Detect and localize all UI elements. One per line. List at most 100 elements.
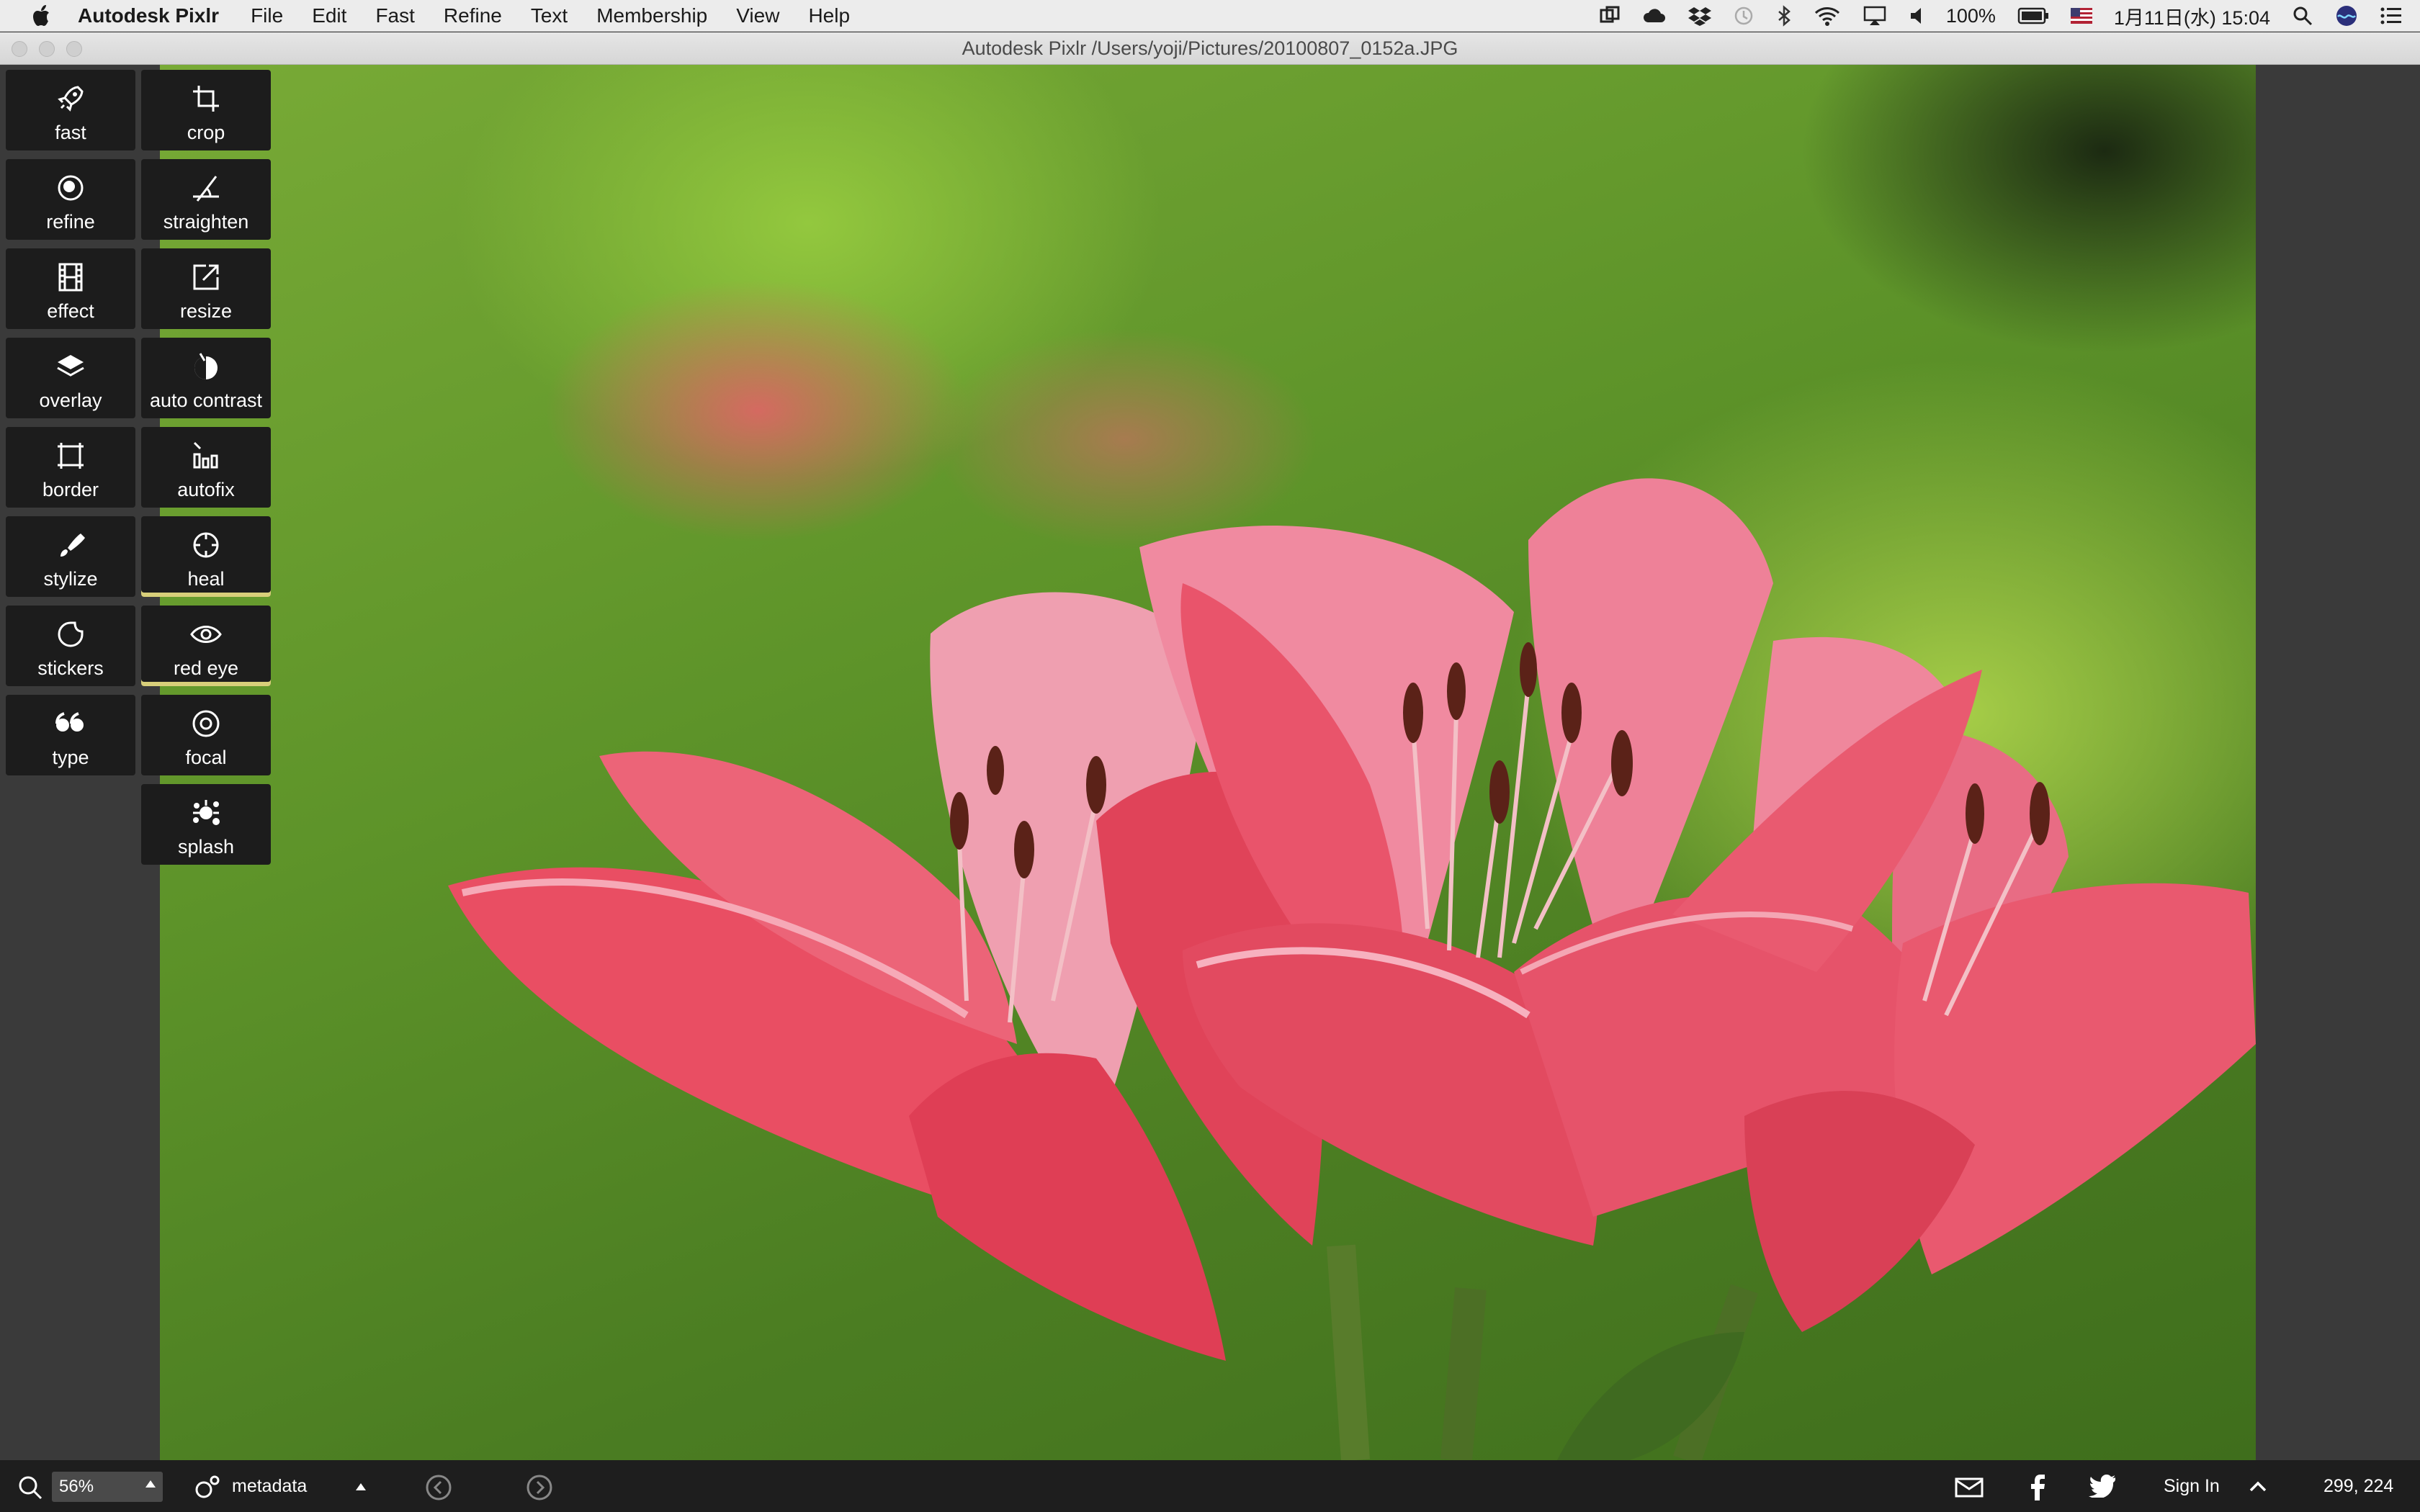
tool-autofix[interactable]: autofix: [141, 427, 271, 508]
menu-app-name[interactable]: Autodesk Pixlr: [78, 4, 219, 27]
menu-edit[interactable]: Edit: [312, 4, 346, 27]
previous-image-icon[interactable]: [425, 1474, 452, 1501]
zoom-search-icon[interactable]: [17, 1475, 43, 1500]
cursor-coordinates: 299, 224: [2323, 1476, 2394, 1496]
window-title-bar: Autodesk Pixlr /Users/yoji/Pictures/2010…: [0, 32, 2420, 65]
tool-label: splash: [177, 836, 235, 858]
tool-heal[interactable]: heal: [141, 516, 271, 597]
time-machine-icon[interactable]: [1733, 5, 1754, 27]
tool-fast[interactable]: fast: [6, 70, 135, 150]
siri-icon[interactable]: [2335, 4, 2358, 27]
lily-photo: [448, 478, 2256, 1460]
cloud-icon[interactable]: [1642, 5, 1667, 27]
bottom-bar: 56% metadata Sign In 299, 224: [0, 1460, 2420, 1512]
apple-icon[interactable]: [27, 1, 56, 30]
us-flag-icon[interactable]: [2070, 8, 2092, 24]
rocket-icon: [52, 80, 89, 117]
tool-effect[interactable]: effect: [6, 248, 135, 329]
minimize-window-button[interactable]: [39, 41, 55, 57]
quote-icon: [52, 705, 89, 742]
resize-icon: [187, 258, 225, 296]
tool-overlay[interactable]: overlay: [6, 338, 135, 418]
tool-label: straighten: [163, 211, 249, 233]
tool-refine[interactable]: refine: [6, 159, 135, 240]
straighten-icon: [187, 169, 225, 207]
tool-label: focal: [185, 747, 227, 768]
tool-red-eye[interactable]: red eye: [141, 606, 271, 686]
refine-icon: [52, 169, 89, 207]
metadata-label[interactable]: metadata: [232, 1476, 307, 1497]
menu-membership[interactable]: Membership: [596, 4, 707, 27]
metadata-arrow-up-icon[interactable]: [356, 1483, 366, 1490]
focal-icon: [187, 705, 225, 742]
film-icon: [52, 258, 89, 296]
menu-refine[interactable]: Refine: [444, 4, 502, 27]
menu-file[interactable]: File: [251, 4, 283, 27]
tool-label: border: [42, 479, 99, 500]
sign-in-link[interactable]: Sign In: [2164, 1476, 2220, 1497]
tool-border[interactable]: border: [6, 427, 135, 508]
notification-center-icon[interactable]: [2380, 6, 2403, 26]
border-icon: [52, 437, 89, 474]
twitter-icon[interactable]: [2089, 1475, 2116, 1498]
tool-straighten[interactable]: straighten: [141, 159, 271, 240]
window-title: Autodesk Pixlr /Users/yoji/Pictures/2010…: [962, 37, 1458, 59]
tool-label: effect: [47, 300, 94, 322]
zoom-dropdown[interactable]: 56%: [52, 1472, 163, 1502]
airplay-icon[interactable]: [1863, 5, 1887, 27]
tool-label: crop: [187, 122, 225, 143]
tool-label: autofix: [177, 479, 235, 500]
clock[interactable]: 1月11日(水) 15:04: [2114, 2, 2270, 30]
battery-percent: 100%: [1945, 4, 1996, 27]
heal-icon: [187, 526, 225, 564]
photo-canvas[interactable]: [160, 65, 2256, 1460]
mail-icon[interactable]: [1955, 1477, 1984, 1498]
dropbox-icon[interactable]: [1688, 5, 1711, 27]
tool-stylize[interactable]: stylize: [6, 516, 135, 597]
tool-type[interactable]: type: [6, 695, 135, 775]
metadata-icon[interactable]: [193, 1475, 222, 1500]
battery-icon[interactable]: [2017, 6, 2049, 25]
menu-text[interactable]: Text: [531, 4, 568, 27]
tool-label: stylize: [43, 568, 98, 590]
tool-label: red eye: [173, 657, 239, 679]
sticker-icon: [52, 616, 89, 653]
tool-label: fast: [55, 122, 86, 143]
tool-stickers[interactable]: stickers: [6, 606, 135, 686]
eye-icon: [187, 616, 225, 653]
crop-icon: [187, 80, 225, 117]
tool-label: overlay: [39, 390, 102, 411]
menu-help[interactable]: Help: [808, 4, 850, 27]
chevron-up-icon[interactable]: [2249, 1477, 2267, 1495]
zoom-arrow-up-icon: [145, 1480, 156, 1488]
splash-icon: [187, 794, 225, 832]
tool-resize[interactable]: resize: [141, 248, 271, 329]
tool-crop[interactable]: crop: [141, 70, 271, 150]
facebook-icon[interactable]: [2028, 1473, 2045, 1500]
tool-label: stickers: [37, 657, 104, 679]
workspace: fast refine effect overlay border styliz…: [0, 65, 2420, 1460]
spotlight-search-icon[interactable]: [2292, 5, 2313, 27]
wifi-icon[interactable]: [1814, 5, 1841, 27]
next-image-icon[interactable]: [526, 1474, 553, 1501]
tool-label: refine: [46, 211, 95, 233]
tool-label: heal: [187, 568, 225, 590]
close-window-button[interactable]: [12, 41, 27, 57]
menu-bar: Autodesk Pixlr File Edit Fast Refine Tex…: [0, 0, 2420, 32]
tool-label: resize: [179, 300, 233, 322]
autofix-icon: [187, 437, 225, 474]
zoom-window-button[interactable]: [66, 41, 82, 57]
bluetooth-icon[interactable]: [1776, 5, 1792, 27]
status-area: 100% 1月11日(水) 15:04: [1599, 0, 2403, 32]
tool-label: auto contrast: [149, 390, 263, 411]
tool-splash[interactable]: splash: [141, 784, 271, 865]
screenshot-icon[interactable]: [1599, 5, 1621, 27]
contrast-icon: [187, 348, 225, 385]
menu-view[interactable]: View: [736, 4, 779, 27]
tool-focal[interactable]: focal: [141, 695, 271, 775]
menu-fast[interactable]: Fast: [375, 4, 414, 27]
tool-auto-contrast[interactable]: auto contrast: [141, 338, 271, 418]
brush-icon: [52, 526, 89, 564]
zoom-value: 56%: [59, 1477, 94, 1496]
volume-icon[interactable]: [1909, 5, 1924, 27]
